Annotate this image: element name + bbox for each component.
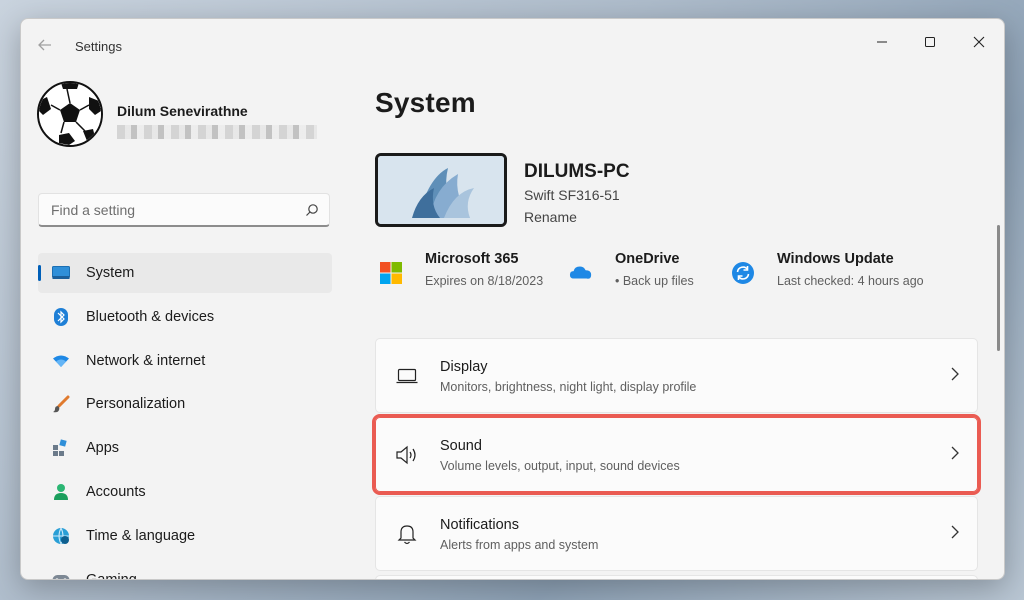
sidebar-item-label: Gaming [86,571,137,580]
quick-tile-title: OneDrive [615,251,680,267]
sidebar-item-label: System [86,265,135,281]
sidebar-item-label: Network & internet [86,352,206,369]
back-arrow-icon [38,39,51,51]
card-subtitle: Monitors, brightness, night light, displ… [440,380,697,394]
windows-bloom-wallpaper-icon [378,156,504,224]
soccer-ball-icon [39,83,101,145]
onedrive-cloud-icon [569,266,592,279]
globe-clock-icon [52,527,70,545]
device-wallpaper-thumbnail [375,153,507,227]
user-email-redacted [117,125,317,139]
system-icon [52,264,70,282]
search-box[interactable] [38,193,330,227]
windows-update-tile[interactable]: Windows Update Last checked: 4 hours ago [731,251,951,291]
bluetooth-icon [52,307,70,326]
close-button[interactable] [956,25,1002,59]
search-icon[interactable] [305,203,319,217]
quick-tile-subtitle: • Back up files [615,274,694,288]
chevron-right-icon [951,446,959,460]
maximize-icon [925,37,935,47]
sidebar-nav: System Bluetooth & devices Network & int… [38,253,332,580]
quick-tile-title: Microsoft 365 [425,251,519,267]
sidebar: Dilum Senevirathne System Bluetooth & de… [21,75,351,579]
search-input[interactable] [39,194,299,225]
sidebar-item-label: Apps [86,440,120,457]
brush-icon [52,395,70,413]
user-profile[interactable]: Dilum Senevirathne [37,81,337,151]
page-title: System [375,87,476,118]
sidebar-item-label: Personalization [86,396,186,413]
apps-icon [52,439,70,457]
chevron-right-icon [951,525,959,539]
gamepad-icon [52,571,70,579]
accounts-icon [52,483,70,501]
sidebar-item-accounts[interactable]: Accounts [38,472,332,512]
sound-card[interactable]: Sound Volume levels, output, input, soun… [372,414,981,495]
window-title: Settings [75,39,122,54]
windows-update-icon [732,262,754,284]
speaker-icon [395,444,419,466]
card-subtitle: Volume levels, output, input, sound devi… [440,459,680,473]
minimize-icon [877,41,887,43]
minimize-button[interactable] [859,25,905,59]
quick-tile-title: Windows Update [777,251,894,267]
sidebar-item-personalization[interactable]: Personalization [38,384,332,424]
avatar [37,81,103,147]
microsoft-logo-icon [380,262,402,284]
settings-window: Settings Dilum Senevirathne Find a setti… [20,18,1005,580]
display-icon [395,365,419,387]
sidebar-item-label: Time & language [86,527,196,544]
card-title: Notifications [440,517,519,533]
onedrive-tile[interactable]: OneDrive • Back up files [569,251,719,291]
sidebar-item-label: Accounts [86,483,146,500]
card-subtitle: Alerts from apps and system [440,538,599,552]
device-model: Swift SF316-51 [524,187,620,203]
notifications-card[interactable]: Notifications Alerts from apps and syste… [375,496,978,571]
card-title: Sound [440,438,482,454]
user-name: Dilum Senevirathne [117,103,248,119]
back-button[interactable] [37,37,57,57]
next-card-partial[interactable] [375,575,978,579]
sidebar-item-apps[interactable]: Apps [38,428,332,468]
maximize-button[interactable] [907,25,953,59]
wifi-icon [52,352,70,370]
sidebar-item-gaming[interactable]: Gaming [38,560,332,580]
sidebar-item-label: Bluetooth & devices [86,308,215,325]
microsoft-365-tile[interactable]: Microsoft 365 Expires on 8/18/2023 [379,251,559,291]
device-name: DILUMS-PC [524,161,630,182]
rename-link[interactable]: Rename [524,209,577,225]
main-content: System DILUMS-PC Swift SF316-51 Rename M… [372,75,1004,579]
close-icon [973,36,985,48]
sidebar-item-time-language[interactable]: Time & language [38,516,332,556]
sidebar-item-network[interactable]: Network & internet [38,341,332,381]
title-bar: Settings [21,19,1004,75]
settings-list: Display Monitors, brightness, night ligh… [372,338,981,579]
card-title: Display [440,359,488,375]
quick-tile-subtitle: Expires on 8/18/2023 [425,274,544,288]
sidebar-item-system[interactable]: System [38,253,332,293]
quick-tile-subtitle: Last checked: 4 hours ago [777,274,924,288]
scrollbar[interactable] [997,225,1000,351]
display-card[interactable]: Display Monitors, brightness, night ligh… [375,338,978,413]
bell-icon [395,523,419,545]
sidebar-item-bluetooth[interactable]: Bluetooth & devices [38,297,332,337]
chevron-right-icon [951,367,959,381]
